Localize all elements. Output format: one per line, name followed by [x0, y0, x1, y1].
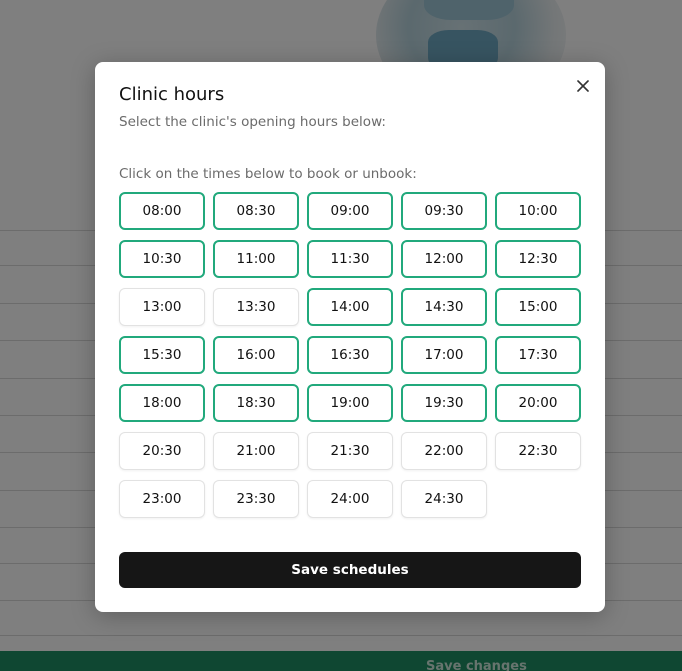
- time-slot-button[interactable]: 14:00: [307, 288, 393, 326]
- time-slot-button[interactable]: 17:00: [401, 336, 487, 374]
- time-slot-button[interactable]: 11:00: [213, 240, 299, 278]
- modal-title: Clinic hours: [119, 84, 225, 105]
- time-slot-button[interactable]: 15:00: [495, 288, 581, 326]
- save-schedules-button[interactable]: Save schedules: [119, 552, 581, 588]
- close-icon: [577, 80, 589, 92]
- time-slot-button[interactable]: 12:00: [401, 240, 487, 278]
- booking-instruction: Click on the times below to book or unbo…: [119, 166, 417, 182]
- time-slot-button[interactable]: 23:30: [213, 480, 299, 518]
- time-slot-button[interactable]: 14:30: [401, 288, 487, 326]
- time-slot-button[interactable]: 12:30: [495, 240, 581, 278]
- time-slot-button[interactable]: 15:30: [119, 336, 205, 374]
- time-slot-button[interactable]: 19:30: [401, 384, 487, 422]
- time-slot-button[interactable]: 17:30: [495, 336, 581, 374]
- time-slot-button[interactable]: 16:00: [213, 336, 299, 374]
- time-slot-button[interactable]: 24:30: [401, 480, 487, 518]
- time-slot-button[interactable]: 18:00: [119, 384, 205, 422]
- close-button[interactable]: [573, 76, 593, 96]
- time-slot-button[interactable]: 18:30: [213, 384, 299, 422]
- time-slot-button[interactable]: 19:00: [307, 384, 393, 422]
- clinic-hours-modal: Clinic hours Select the clinic's opening…: [95, 62, 605, 612]
- time-slot-button[interactable]: 21:00: [213, 432, 299, 470]
- modal-subtitle: Select the clinic's opening hours below:: [119, 114, 386, 130]
- time-slot-button[interactable]: 08:00: [119, 192, 205, 230]
- time-slot-grid: 08:00 08:30 09:00 09:30 10:00 10:30 11:00 11:30…: [119, 192, 581, 518]
- time-slot-button[interactable]: 13:30: [213, 288, 299, 326]
- time-slot-button[interactable]: 22:30: [495, 432, 581, 470]
- time-slot-button[interactable]: 10:30: [119, 240, 205, 278]
- time-slot-button[interactable]: 09:30: [401, 192, 487, 230]
- time-slot-button[interactable]: 11:30: [307, 240, 393, 278]
- time-slot-button[interactable]: 24:00: [307, 480, 393, 518]
- time-slot-button[interactable]: 09:00: [307, 192, 393, 230]
- time-slot-button[interactable]: 23:00: [119, 480, 205, 518]
- time-slot-button[interactable]: 08:30: [213, 192, 299, 230]
- time-slot-button[interactable]: 16:30: [307, 336, 393, 374]
- time-slot-button[interactable]: 21:30: [307, 432, 393, 470]
- time-slot-button[interactable]: 20:00: [495, 384, 581, 422]
- time-slot-button[interactable]: 22:00: [401, 432, 487, 470]
- time-slot-button[interactable]: 13:00: [119, 288, 205, 326]
- time-slot-button[interactable]: 10:00: [495, 192, 581, 230]
- time-slot-button[interactable]: 20:30: [119, 432, 205, 470]
